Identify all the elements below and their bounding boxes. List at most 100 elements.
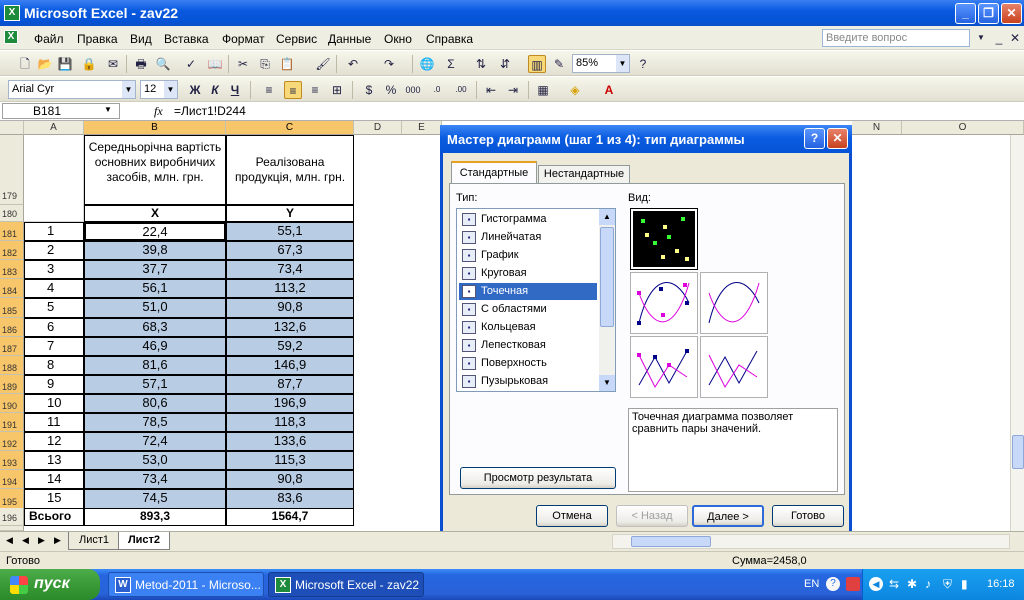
drawing-icon[interactable]: ✎: [550, 55, 568, 73]
finish-button[interactable]: Готово: [772, 505, 844, 527]
borders-icon[interactable]: ▦: [534, 81, 552, 99]
doc-icon[interactable]: X: [4, 30, 18, 44]
undo-icon[interactable]: ↶: [344, 55, 362, 73]
column-header-e[interactable]: E: [402, 121, 442, 135]
column-header-d[interactable]: D: [354, 121, 402, 135]
total-label-cell[interactable]: Всього: [24, 508, 84, 526]
app-tray-icon[interactable]: [846, 577, 860, 591]
security-icon[interactable]: ⛨: [943, 577, 952, 592]
subtype-lines[interactable]: [700, 336, 768, 398]
vertical-scrollbar[interactable]: [1010, 135, 1024, 531]
row-header[interactable]: 193: [0, 451, 24, 470]
row-header[interactable]: 195: [0, 489, 24, 509]
table-cell-number[interactable]: 10: [24, 394, 84, 413]
chart-type-item[interactable]: ▪ Поверхность: [459, 355, 597, 372]
chart-type-list[interactable]: ▪ Гистограмма ▪ Линейчатая ▪ График ▪ Круговая ▪…: [456, 208, 616, 392]
paste-icon[interactable]: 📋: [278, 55, 296, 73]
row-header[interactable]: 179: [0, 135, 24, 205]
chart-type-item[interactable]: ▪ Круговая: [459, 265, 597, 282]
menu-help[interactable]: Справка: [426, 32, 473, 46]
row-header[interactable]: 191: [0, 413, 24, 432]
subtype-smooth-lines[interactable]: [700, 272, 768, 334]
decrease-indent-icon[interactable]: ⇤: [482, 81, 500, 99]
name-box[interactable]: B181: [2, 103, 120, 119]
new-icon[interactable]: 🗋: [16, 55, 34, 73]
align-right-icon[interactable]: ≡: [306, 81, 324, 99]
chart-type-item[interactable]: ▪ Гистограмма: [459, 211, 597, 228]
table-cell-number[interactable]: 4: [24, 279, 84, 298]
help-icon[interactable]: ?: [634, 55, 652, 73]
menu-file[interactable]: Файл: [34, 32, 64, 46]
research-icon[interactable]: 📖: [206, 55, 224, 73]
chart-type-item[interactable]: ▪ Кольцевая: [459, 319, 597, 336]
label-x-cell[interactable]: X: [84, 205, 226, 222]
table-cell-number[interactable]: 14: [24, 470, 84, 489]
autosum-icon[interactable]: Σ: [442, 55, 460, 73]
table-cell-number[interactable]: 5: [24, 298, 84, 318]
decrease-decimal-icon[interactable]: .00: [452, 81, 470, 99]
font-name-combo[interactable]: Arial Cyr ▼: [8, 80, 136, 99]
total-y-cell[interactable]: 1564,7: [226, 508, 354, 526]
type-list-scrollbar[interactable]: ▲ ▼: [599, 209, 615, 391]
table-cell-y[interactable]: 59,2: [226, 337, 354, 356]
percent-icon[interactable]: %: [382, 81, 400, 99]
volume-icon[interactable]: ♪: [925, 577, 931, 591]
ask-dropdown-icon[interactable]: ▼: [972, 29, 990, 47]
sheet-tab-2[interactable]: Лист2: [118, 532, 170, 550]
tab-custom[interactable]: Нестандартные: [538, 165, 630, 183]
row-header[interactable]: 190: [0, 394, 24, 413]
minimize-button[interactable]: _: [955, 3, 976, 24]
first-sheet-icon[interactable]: ◀: [6, 535, 13, 546]
close-button[interactable]: ✕: [1001, 3, 1022, 24]
row-header[interactable]: 196: [0, 508, 24, 526]
table-cell-number[interactable]: 9: [24, 375, 84, 394]
table-cell-number[interactable]: 3: [24, 260, 84, 279]
cancel-button[interactable]: Отмена: [536, 505, 608, 527]
table-cell-x[interactable]: 81,6: [84, 356, 226, 375]
print-icon[interactable]: 🖶: [132, 55, 150, 73]
scroll-down-icon[interactable]: ▼: [599, 375, 615, 391]
chart-type-item[interactable]: ▪ Точечная: [459, 283, 597, 300]
table-cell-y[interactable]: 90,8: [226, 298, 354, 318]
tray-expand-icon[interactable]: ◀: [869, 577, 883, 591]
format-painter-icon[interactable]: 🖌: [314, 55, 332, 73]
column-header-a[interactable]: A: [24, 121, 84, 135]
print-preview-icon[interactable]: 🔍: [154, 55, 172, 73]
last-sheet-icon[interactable]: ▶: [54, 535, 61, 546]
table-cell-number[interactable]: 13: [24, 451, 84, 470]
merge-center-icon[interactable]: ⊞: [328, 81, 346, 99]
vertical-scroll-thumb[interactable]: [1012, 435, 1024, 469]
table-cell-y[interactable]: 113,2: [226, 279, 354, 298]
chart-type-item[interactable]: ▪ График: [459, 247, 597, 264]
table-cell-x[interactable]: 74,5: [84, 489, 226, 509]
battery-icon[interactable]: ▮: [961, 577, 968, 591]
table-cell-number[interactable]: 1: [24, 222, 84, 241]
horizontal-scrollbar[interactable]: [612, 534, 1010, 549]
save-icon[interactable]: 💾: [56, 55, 74, 73]
thousands-icon[interactable]: 000: [404, 81, 422, 99]
subtype-lines-markers[interactable]: [630, 336, 698, 398]
menu-view[interactable]: Вид: [130, 32, 152, 46]
next-sheet-icon[interactable]: ▶: [38, 535, 45, 546]
table-cell-number[interactable]: 6: [24, 318, 84, 337]
open-icon[interactable]: 📂: [36, 55, 54, 73]
chart-type-item[interactable]: ▪ С областями: [459, 301, 597, 318]
language-indicator[interactable]: EN: [804, 578, 819, 590]
menu-insert[interactable]: Вставка: [164, 32, 209, 46]
table-cell-number[interactable]: 12: [24, 432, 84, 451]
subtype-scatter-markers[interactable]: [630, 208, 698, 270]
column-header-o[interactable]: O: [902, 121, 1024, 135]
fill-color-icon[interactable]: ◈: [566, 81, 584, 99]
next-button[interactable]: Далее >: [692, 505, 764, 527]
dialog-close-button[interactable]: ✕: [827, 128, 848, 149]
start-button[interactable]: пуск: [0, 569, 100, 600]
menu-edit[interactable]: Правка: [77, 32, 118, 46]
table-cell-x[interactable]: 78,5: [84, 413, 226, 432]
font-size-combo[interactable]: 12 ▼: [140, 80, 178, 99]
subtype-smooth-markers[interactable]: [630, 272, 698, 334]
prev-sheet-icon[interactable]: ◀: [22, 535, 29, 546]
underline-icon[interactable]: Ч: [226, 81, 244, 99]
ask-question-input[interactable]: Введите вопрос: [822, 29, 970, 47]
cell-a-header[interactable]: [24, 135, 84, 222]
table-cell-y[interactable]: 132,6: [226, 318, 354, 337]
